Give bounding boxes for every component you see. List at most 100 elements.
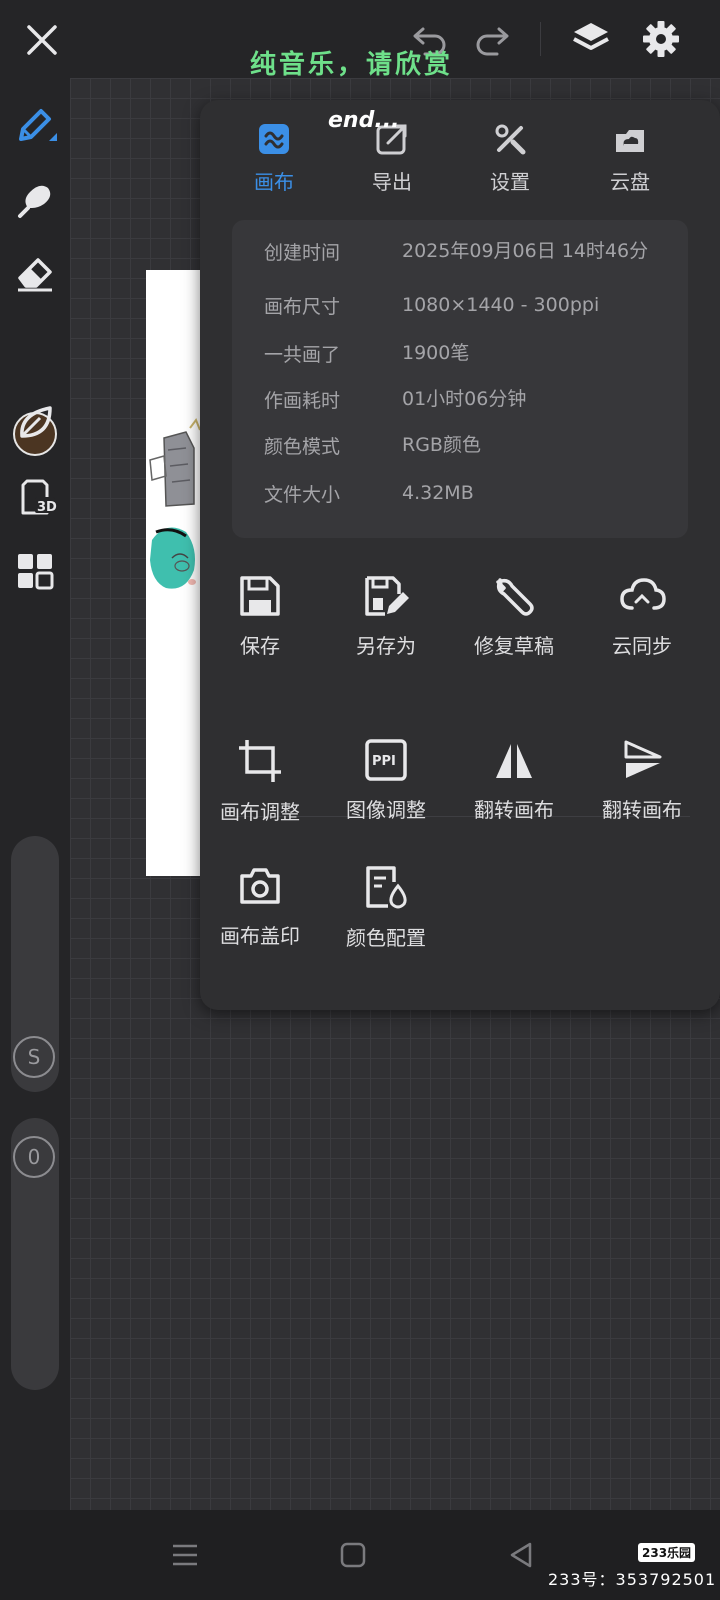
watermark-logo: 233乐园: [638, 1543, 696, 1562]
nav-menu-button[interactable]: [170, 1540, 200, 1570]
tab-cloud-drive[interactable]: 云盘: [570, 122, 690, 195]
save-button[interactable]: 保存: [200, 574, 320, 659]
info-value: 1900笔: [402, 342, 470, 364]
close-icon: [27, 25, 57, 55]
layers-icon: [573, 23, 609, 50]
tab-canvas[interactable]: 画布: [214, 122, 334, 195]
tab-settings-label: 设置: [490, 170, 530, 194]
svg-text:PPI: PPI: [372, 754, 396, 769]
opacity-value-badge[interactable]: 0: [13, 1136, 55, 1178]
overlay-end-caption: end...: [328, 108, 400, 133]
nav-home-button[interactable]: [338, 1540, 368, 1570]
image-adjust-button[interactable]: PPI 图像调整: [326, 738, 446, 823]
panel-tabs: 画布 导出 设置 云盘: [200, 100, 720, 210]
back-triangle-icon: [510, 1542, 532, 1568]
gear-icon: [643, 21, 679, 57]
flip-canvas-horizontal-label: 翻转画布: [474, 798, 554, 822]
flip-canvas-vertical-label: 翻转画布: [602, 798, 682, 822]
gallery-tool-button[interactable]: [12, 548, 58, 594]
crop-icon: [239, 740, 281, 782]
wrench-icon: [496, 578, 534, 616]
close-button[interactable]: [20, 18, 64, 62]
info-key: 一共画了: [264, 344, 341, 366]
color-config-label: 颜色配置: [346, 926, 426, 950]
3d-icon: 3D: [21, 479, 57, 515]
3d-tool-button[interactable]: 3D: [12, 474, 58, 520]
color-config-icon: [366, 866, 407, 909]
info-row-size: 画布尺寸 1080×1440 - 300ppi: [264, 292, 662, 319]
save-icon: [240, 576, 280, 616]
redo-icon: [476, 27, 509, 56]
tab-export-label: 导出: [372, 170, 412, 194]
save-as-icon: [365, 576, 409, 616]
brush-tool-button[interactable]: [12, 102, 58, 148]
drawing-canvas[interactable]: [146, 270, 206, 876]
stabilizer-button[interactable]: S: [13, 1036, 55, 1078]
flip-vertical-icon: [624, 740, 662, 778]
cloud-drive-icon: [616, 130, 644, 152]
overlay-caption: 纯音乐，请欣赏: [250, 50, 454, 80]
canvas-info-card: 创建时间 2025年09月06日 14时46分 画布尺寸 1080×1440 - 3…: [232, 220, 688, 538]
settings-tools-icon: [495, 124, 526, 155]
save-as-label: 另存为: [356, 634, 416, 658]
camera-icon: [240, 868, 280, 904]
repair-draft-button[interactable]: 修复草稿: [454, 574, 574, 659]
tab-cloud-drive-label: 云盘: [610, 170, 650, 194]
info-key: 创建时间: [264, 242, 341, 264]
menu-icon: [173, 1544, 197, 1566]
info-row-color-mode: 颜色模式 RGB颜色: [264, 432, 662, 459]
stabilizer-label: S: [27, 1045, 41, 1069]
info-value: 4.32MB: [402, 482, 474, 504]
layers-button[interactable]: [568, 16, 614, 62]
info-value: 2025年09月06日 14时46分: [402, 240, 649, 262]
eraser-icon: [18, 258, 52, 292]
info-row-duration: 作画耗时 01小时06分钟: [264, 386, 662, 413]
canvas-stamp-button[interactable]: 画布盖印: [200, 864, 320, 949]
canvas-menu-panel: 画布 导出 设置 云盘 创建时间 2025年09月06日 14时46分 画布尺寸 1…: [200, 100, 720, 1010]
settings-button[interactable]: [638, 16, 684, 62]
cloud-sync-button[interactable]: 云同步: [582, 574, 702, 659]
nav-back-button[interactable]: [506, 1540, 536, 1570]
info-value: RGB颜色: [402, 434, 481, 456]
eraser-tool-button[interactable]: [12, 250, 58, 296]
watermark-id: 233号：353792501: [548, 1570, 717, 1589]
canvas-adjust-button[interactable]: 画布调整: [200, 738, 320, 825]
save-as-button[interactable]: 另存为: [326, 574, 446, 659]
canvas-icon: [259, 124, 289, 154]
flip-canvas-vertical-button[interactable]: 翻转画布: [582, 738, 702, 823]
color-config-button[interactable]: 颜色配置: [326, 864, 446, 951]
info-row-strokes: 一共画了 1900笔: [264, 340, 662, 367]
tab-canvas-label: 画布: [254, 170, 294, 194]
cloud-sync-icon: [620, 578, 666, 610]
flip-canvas-horizontal-button[interactable]: 翻转画布: [454, 738, 574, 823]
info-row-created: 创建时间 2025年09月06日 14时46分: [264, 238, 662, 265]
save-label: 保存: [240, 634, 280, 658]
svg-text:3D: 3D: [37, 500, 57, 515]
pen-icon: [19, 109, 57, 141]
cloud-sync-label: 云同步: [612, 634, 672, 658]
info-value: 1080×1440 - 300ppi: [402, 294, 600, 316]
repair-draft-label: 修复草稿: [474, 634, 554, 658]
canvas-stamp-label: 画布盖印: [220, 924, 300, 948]
home-square-icon: [340, 1542, 366, 1568]
topbar-divider: [540, 22, 541, 56]
info-key: 作画耗时: [264, 390, 341, 412]
flip-horizontal-icon: [496, 744, 532, 778]
grid-apps-icon: [18, 554, 54, 590]
smudge-tool-button[interactable]: [12, 176, 58, 222]
left-toolbar: 3D S 0: [0, 78, 70, 1510]
info-key: 文件大小: [264, 484, 341, 506]
ppi-icon: PPI: [365, 739, 407, 781]
opacity-value: 0: [27, 1145, 41, 1169]
info-key: 颜色模式: [264, 436, 341, 458]
image-adjust-label: 图像调整: [346, 798, 426, 822]
leaf-icon: [20, 406, 52, 438]
smudge-icon: [18, 185, 51, 218]
leaf-tool-button[interactable]: [12, 400, 58, 446]
info-key: 画布尺寸: [264, 296, 341, 318]
redo-button[interactable]: [470, 18, 514, 62]
canvas-adjust-label: 画布调整: [220, 800, 300, 824]
artwork-preview: [149, 417, 201, 589]
tab-settings[interactable]: 设置: [450, 122, 570, 195]
info-row-file-size: 文件大小 4.32MB: [264, 480, 662, 507]
